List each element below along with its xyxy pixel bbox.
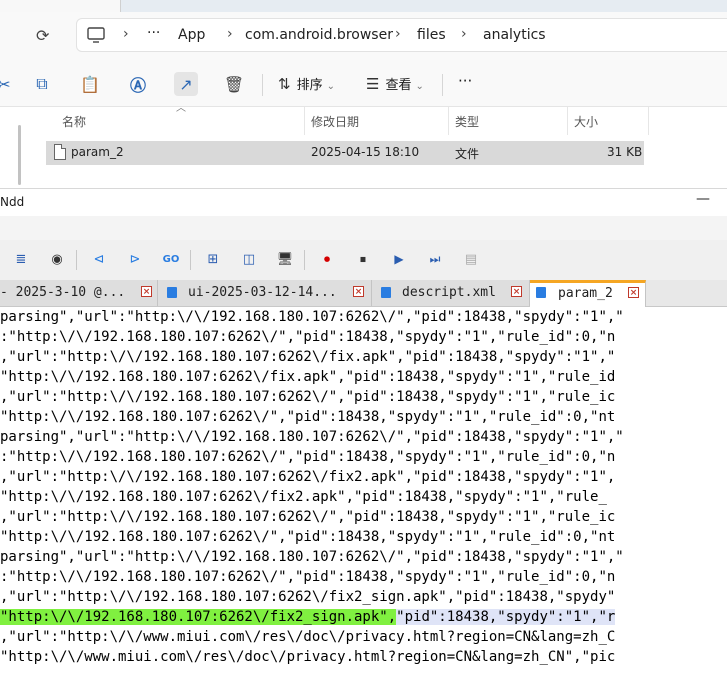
paste-icon[interactable]: 📋 [78,72,102,96]
column-header-name[interactable]: 名称 [62,113,86,130]
share-icon[interactable]: ↗ [174,72,198,96]
chevron-right-icon: › [227,26,233,42]
breadcrumb-package[interactable]: com.android.browser [245,27,393,43]
target-icon[interactable]: ◉ [48,250,66,268]
split-vertical-icon[interactable]: ◫ [240,250,258,268]
format-icon[interactable]: ≣ [12,250,30,268]
text-line: ,"url":"http:\/\/192.168.180.107:6262\/f… [0,589,616,605]
play-icon[interactable]: ▶ [390,250,408,268]
column-header-size[interactable]: 大小 [574,113,598,130]
text-line: ,"url":"http:\/\/192.168.180.107:6262\/"… [0,509,616,525]
stop-icon[interactable]: ⏹ [354,250,372,268]
file-list-pane: ︿ 名称 修改日期 类型 大小 param_2 2025-04-15 18:10… [0,103,727,188]
breadcrumb-analytics[interactable]: analytics [483,27,546,43]
editor-text-area[interactable]: parsing","url":"http:\/\/192.168.180.107… [0,307,727,673]
file-icon [54,144,66,160]
more-options-button[interactable]: ··· [458,72,472,90]
breadcrumb-more[interactable]: ··· [147,25,160,41]
breadcrumb-app[interactable]: App [178,27,205,43]
editor-menu-bar [0,216,727,240]
play-multiple-icon[interactable]: ⏭ [426,250,444,268]
close-icon[interactable]: × [628,287,639,298]
explorer-tab-strip [0,0,727,12]
text-line: parsing","url":"http:\/\/192.168.180.107… [0,309,624,325]
text-line: :"http:\/\/192.168.180.107:6262\/","pid"… [0,329,616,345]
close-icon[interactable]: × [141,286,152,297]
close-icon[interactable]: × [511,286,522,297]
cut-icon[interactable]: ✂ [0,72,16,96]
file-explorer-window: ⟳ › ··· App › com.android.browser › file… [0,0,727,188]
selection-highlight: "pid":18438,"spydy":"1","r [396,609,616,625]
editor-window: Ndd — ≣ ◉ ⊲ ⊳ GO ⊞ ◫ 🖥 ⏺ ⏹ ▶ ⏭ ▤ - 2025-… [0,188,727,673]
text-line: ,"url":"http:\/\/www.miui.com\/res\/doc\… [0,629,616,645]
tab-label: param_2 [558,286,613,301]
editor-tab-1[interactable]: ui-2025-03-12-14... × [158,280,372,306]
chevron-right-icon: › [461,26,467,42]
chevron-right-icon: › [123,26,129,42]
breadcrumb-files[interactable]: files [417,27,446,43]
text-line: parsing","url":"http:\/\/192.168.180.107… [0,429,624,445]
text-line: "http:\/\/192.168.180.107:6262\/","pid":… [0,409,616,425]
file-modified: 2025-04-15 18:10 [311,145,420,159]
text-line: "http:\/\/192.168.180.107:6262\/fix.apk"… [0,369,616,385]
tab-label: ui-2025-03-12-14... [188,285,337,300]
close-icon[interactable]: × [353,286,364,297]
editor-toolbar: ≣ ◉ ⊲ ⊳ GO ⊞ ◫ 🖥 ⏺ ⏹ ▶ ⏭ ▤ [0,240,727,280]
nav-pane-scrollbar[interactable] [18,125,21,185]
delete-icon[interactable]: 🗑 [222,72,246,96]
file-name: param_2 [71,145,124,159]
text-line: "http:\/\/192.168.180.107:6262\/","pid":… [0,529,616,545]
text-line: :"http:\/\/192.168.180.107:6262\/","pid"… [0,449,616,465]
column-header-type[interactable]: 类型 [455,113,479,130]
text-line: ,"url":"http:\/\/192.168.180.107:6262\/f… [0,349,616,365]
sort-caret-icon: ︿ [176,103,186,114]
macro-list-icon[interactable]: ▤ [462,250,480,268]
text-line: "http:\/\/www.miui.com\/res\/doc\/privac… [0,649,616,665]
editor-tab-strip: - 2025-3-10 @... × ui-2025-03-12-14... ×… [0,280,727,307]
refresh-icon[interactable]: ⟳ [36,26,49,45]
editor-tab-0[interactable]: - 2025-3-10 @... × [0,280,158,306]
sort-button[interactable]: ⇅ 排序 ⌄ [278,74,335,93]
text-line: parsing","url":"http:\/\/192.168.180.107… [0,549,624,565]
chevron-right-icon: › [395,26,401,42]
view-button[interactable]: ☰ 查看 ⌄ [366,74,424,93]
file-type: 文件 [455,147,480,161]
file-row[interactable]: param_2 2025-04-15 18:10 文件 31 KB [46,141,644,165]
command-bar: ✂ ⧉ 📋 Ⓐ ↗ 🗑 ⇅ 排序 ⌄ ☰ 查看 ⌄ ··· [0,62,727,107]
tab-label: - 2025-3-10 @... [0,285,126,300]
monitor-icon[interactable]: 🖥 [276,250,294,268]
column-header-modified[interactable]: 修改日期 [311,113,359,130]
editor-title: Ndd [0,195,25,209]
sort-icon: ⇅ [278,75,291,93]
goto-icon[interactable]: GO [162,250,180,268]
document-icon [167,287,177,298]
record-icon[interactable]: ⏺ [318,250,336,268]
chevron-down-icon: ⌄ [326,81,335,92]
editor-tab-2[interactable]: descript.xml × [372,280,530,306]
document-icon [381,287,391,298]
editor-title-bar: Ndd — [0,188,727,217]
text-line: ,"url":"http:\/\/192.168.180.107:6262\/"… [0,389,616,405]
split-horizontal-icon[interactable]: ⊞ [204,250,222,268]
address-bar[interactable]: › ··· App › com.android.browser › files … [76,18,727,52]
prev-icon[interactable]: ⊲ [90,250,108,268]
explorer-tab[interactable] [0,0,121,12]
view-icon: ☰ [366,75,380,93]
text-line-highlighted: "http:\/\/192.168.180.107:6262\/fix2_sig… [0,607,616,627]
rename-icon[interactable]: Ⓐ [126,72,150,96]
chevron-down-icon: ⌄ [415,81,424,92]
minimize-button[interactable]: — [696,191,710,207]
monitor-icon [87,27,105,43]
file-size: 31 KB [607,145,643,159]
text-line: :"http:\/\/192.168.180.107:6262\/","pid"… [0,569,616,585]
document-icon [536,287,546,298]
next-icon[interactable]: ⊳ [126,250,144,268]
tab-label: descript.xml [402,285,496,300]
text-line: "http:\/\/192.168.180.107:6262\/fix2.apk… [0,489,607,505]
search-match-highlight: "http:\/\/192.168.180.107:6262\/fix2_sig… [0,609,397,625]
address-row: ⟳ › ··· App › com.android.browser › file… [0,12,727,62]
editor-tab-3[interactable]: param_2 × [530,280,646,307]
copy-icon[interactable]: ⧉ [30,72,54,96]
text-line: ,"url":"http:\/\/192.168.180.107:6262\/f… [0,469,616,485]
